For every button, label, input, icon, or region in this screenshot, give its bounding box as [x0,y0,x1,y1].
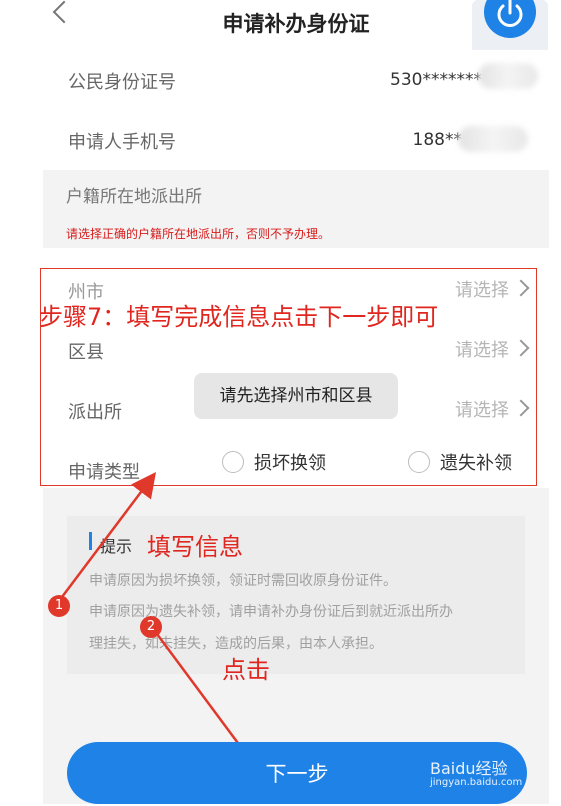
watermark-url: jingyan.baidu.com [430,777,523,788]
annotation-badge-2: 2 [140,616,162,638]
annotation-badge-1: 1 [48,595,70,617]
annotation-arrows [61,472,258,771]
watermark: Baidu经验 jingyan.baidu.com [430,755,522,788]
watermark-brand: Baidu经验 [430,759,508,778]
annotation-click-text: 点击 [222,656,270,684]
